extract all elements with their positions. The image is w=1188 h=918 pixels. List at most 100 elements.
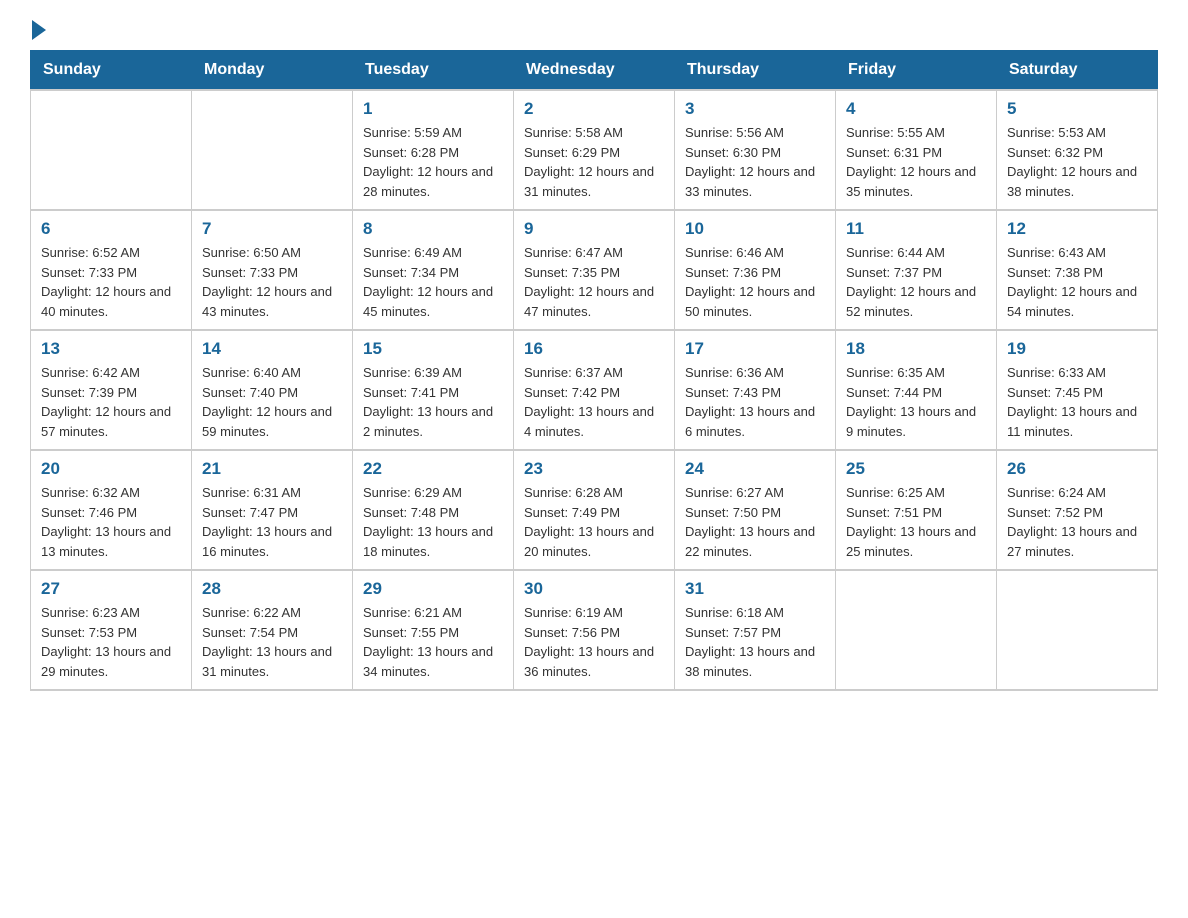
calendar-cell: 10 Sunrise: 6:46 AM Sunset: 7:36 PM Dayli…	[675, 210, 836, 330]
calendar-cell: 7 Sunrise: 6:50 AM Sunset: 7:33 PM Daylig…	[192, 210, 353, 330]
day-number: 11	[846, 219, 986, 239]
calendar-week-row: 1 Sunrise: 5:59 AM Sunset: 6:28 PM Daylig…	[31, 90, 1158, 210]
day-number: 29	[363, 579, 503, 599]
day-info: Sunrise: 6:44 AM Sunset: 7:37 PM Dayligh…	[846, 243, 986, 321]
calendar-cell: 27 Sunrise: 6:23 AM Sunset: 7:53 PM Dayli…	[31, 570, 192, 690]
day-info: Sunrise: 6:36 AM Sunset: 7:43 PM Dayligh…	[685, 363, 825, 441]
day-of-week-header: Saturday	[997, 51, 1158, 91]
calendar-cell: 17 Sunrise: 6:36 AM Sunset: 7:43 PM Dayli…	[675, 330, 836, 450]
day-number: 8	[363, 219, 503, 239]
day-info: Sunrise: 5:56 AM Sunset: 6:30 PM Dayligh…	[685, 123, 825, 201]
day-info: Sunrise: 6:40 AM Sunset: 7:40 PM Dayligh…	[202, 363, 342, 441]
calendar-cell: 22 Sunrise: 6:29 AM Sunset: 7:48 PM Dayli…	[353, 450, 514, 570]
calendar-cell: 11 Sunrise: 6:44 AM Sunset: 7:37 PM Dayli…	[836, 210, 997, 330]
day-number: 25	[846, 459, 986, 479]
calendar-cell: 26Sunrise: 6:24 AM Sunset: 7:52 PM Dayli…	[997, 450, 1158, 570]
calendar-cell: 3 Sunrise: 5:56 AM Sunset: 6:30 PM Daylig…	[675, 90, 836, 210]
day-number: 19	[1007, 339, 1147, 359]
calendar-week-row: 20 Sunrise: 6:32 AM Sunset: 7:46 PM Dayli…	[31, 450, 1158, 570]
calendar-cell	[997, 570, 1158, 690]
day-info: Sunrise: 6:42 AM Sunset: 7:39 PM Dayligh…	[41, 363, 181, 441]
day-of-week-header: Monday	[192, 51, 353, 91]
day-number: 16	[524, 339, 664, 359]
day-number: 5	[1007, 99, 1147, 119]
calendar-cell: 14 Sunrise: 6:40 AM Sunset: 7:40 PM Dayli…	[192, 330, 353, 450]
calendar-cell: 31 Sunrise: 6:18 AM Sunset: 7:57 PM Dayli…	[675, 570, 836, 690]
day-number: 2	[524, 99, 664, 119]
calendar-cell: 5 Sunrise: 5:53 AM Sunset: 6:32 PM Daylig…	[997, 90, 1158, 210]
day-number: 20	[41, 459, 181, 479]
day-number: 30	[524, 579, 664, 599]
day-info: Sunrise: 6:49 AM Sunset: 7:34 PM Dayligh…	[363, 243, 503, 321]
day-number: 10	[685, 219, 825, 239]
calendar-cell	[836, 570, 997, 690]
day-number: 28	[202, 579, 342, 599]
day-number: 23	[524, 459, 664, 479]
day-number: 12	[1007, 219, 1147, 239]
day-number: 3	[685, 99, 825, 119]
day-number: 21	[202, 459, 342, 479]
calendar-cell: 30 Sunrise: 6:19 AM Sunset: 7:56 PM Dayli…	[514, 570, 675, 690]
calendar-header-row: SundayMondayTuesdayWednesdayThursdayFrid…	[31, 51, 1158, 91]
calendar-cell: 29 Sunrise: 6:21 AM Sunset: 7:55 PM Dayli…	[353, 570, 514, 690]
calendar-cell: 4Sunrise: 5:55 AM Sunset: 6:31 PM Daylig…	[836, 90, 997, 210]
day-info: Sunrise: 6:50 AM Sunset: 7:33 PM Dayligh…	[202, 243, 342, 321]
day-info: Sunrise: 6:29 AM Sunset: 7:48 PM Dayligh…	[363, 483, 503, 561]
day-info: Sunrise: 5:53 AM Sunset: 6:32 PM Dayligh…	[1007, 123, 1147, 201]
day-of-week-header: Tuesday	[353, 51, 514, 91]
calendar-cell: 1 Sunrise: 5:59 AM Sunset: 6:28 PM Daylig…	[353, 90, 514, 210]
day-number: 22	[363, 459, 503, 479]
calendar-cell: 20 Sunrise: 6:32 AM Sunset: 7:46 PM Dayli…	[31, 450, 192, 570]
day-info: Sunrise: 6:37 AM Sunset: 7:42 PM Dayligh…	[524, 363, 664, 441]
day-info: Sunrise: 6:18 AM Sunset: 7:57 PM Dayligh…	[685, 603, 825, 681]
day-info: Sunrise: 6:19 AM Sunset: 7:56 PM Dayligh…	[524, 603, 664, 681]
day-info: Sunrise: 6:52 AM Sunset: 7:33 PM Dayligh…	[41, 243, 181, 321]
day-number: 26	[1007, 459, 1147, 479]
day-of-week-header: Friday	[836, 51, 997, 91]
day-info: Sunrise: 6:25 AM Sunset: 7:51 PM Dayligh…	[846, 483, 986, 561]
day-number: 27	[41, 579, 181, 599]
day-info: Sunrise: 5:58 AM Sunset: 6:29 PM Dayligh…	[524, 123, 664, 201]
day-info: Sunrise: 6:27 AM Sunset: 7:50 PM Dayligh…	[685, 483, 825, 561]
day-info: Sunrise: 5:59 AM Sunset: 6:28 PM Dayligh…	[363, 123, 503, 201]
calendar-cell	[192, 90, 353, 210]
calendar-cell: 6 Sunrise: 6:52 AM Sunset: 7:33 PM Daylig…	[31, 210, 192, 330]
calendar-cell: 19 Sunrise: 6:33 AM Sunset: 7:45 PM Dayli…	[997, 330, 1158, 450]
day-number: 18	[846, 339, 986, 359]
page-header	[30, 20, 1158, 40]
logo-blue-part	[30, 20, 50, 40]
day-number: 7	[202, 219, 342, 239]
day-info: Sunrise: 6:46 AM Sunset: 7:36 PM Dayligh…	[685, 243, 825, 321]
day-number: 31	[685, 579, 825, 599]
calendar-cell: 28Sunrise: 6:22 AM Sunset: 7:54 PM Dayli…	[192, 570, 353, 690]
day-info: Sunrise: 6:23 AM Sunset: 7:53 PM Dayligh…	[41, 603, 181, 681]
calendar-cell: 8 Sunrise: 6:49 AM Sunset: 7:34 PM Daylig…	[353, 210, 514, 330]
day-number: 1	[363, 99, 503, 119]
calendar-cell: 12Sunrise: 6:43 AM Sunset: 7:38 PM Dayli…	[997, 210, 1158, 330]
day-number: 15	[363, 339, 503, 359]
day-info: Sunrise: 5:55 AM Sunset: 6:31 PM Dayligh…	[846, 123, 986, 201]
day-info: Sunrise: 6:33 AM Sunset: 7:45 PM Dayligh…	[1007, 363, 1147, 441]
day-info: Sunrise: 6:39 AM Sunset: 7:41 PM Dayligh…	[363, 363, 503, 441]
calendar-cell: 16 Sunrise: 6:37 AM Sunset: 7:42 PM Dayli…	[514, 330, 675, 450]
day-number: 14	[202, 339, 342, 359]
calendar-cell: 24Sunrise: 6:27 AM Sunset: 7:50 PM Dayli…	[675, 450, 836, 570]
day-number: 6	[41, 219, 181, 239]
calendar-cell: 23Sunrise: 6:28 AM Sunset: 7:49 PM Dayli…	[514, 450, 675, 570]
day-info: Sunrise: 6:47 AM Sunset: 7:35 PM Dayligh…	[524, 243, 664, 321]
calendar-cell: 15 Sunrise: 6:39 AM Sunset: 7:41 PM Dayli…	[353, 330, 514, 450]
day-number: 13	[41, 339, 181, 359]
calendar-cell: 25 Sunrise: 6:25 AM Sunset: 7:51 PM Dayli…	[836, 450, 997, 570]
calendar-cell: 21Sunrise: 6:31 AM Sunset: 7:47 PM Dayli…	[192, 450, 353, 570]
day-of-week-header: Thursday	[675, 51, 836, 91]
day-info: Sunrise: 6:21 AM Sunset: 7:55 PM Dayligh…	[363, 603, 503, 681]
calendar-cell: 2 Sunrise: 5:58 AM Sunset: 6:29 PM Daylig…	[514, 90, 675, 210]
calendar-week-row: 27 Sunrise: 6:23 AM Sunset: 7:53 PM Dayli…	[31, 570, 1158, 690]
calendar-cell: 13 Sunrise: 6:42 AM Sunset: 7:39 PM Dayli…	[31, 330, 192, 450]
calendar-week-row: 13 Sunrise: 6:42 AM Sunset: 7:39 PM Dayli…	[31, 330, 1158, 450]
day-number: 17	[685, 339, 825, 359]
day-info: Sunrise: 6:32 AM Sunset: 7:46 PM Dayligh…	[41, 483, 181, 561]
calendar-cell: 18Sunrise: 6:35 AM Sunset: 7:44 PM Dayli…	[836, 330, 997, 450]
logo	[30, 20, 50, 40]
day-of-week-header: Wednesday	[514, 51, 675, 91]
